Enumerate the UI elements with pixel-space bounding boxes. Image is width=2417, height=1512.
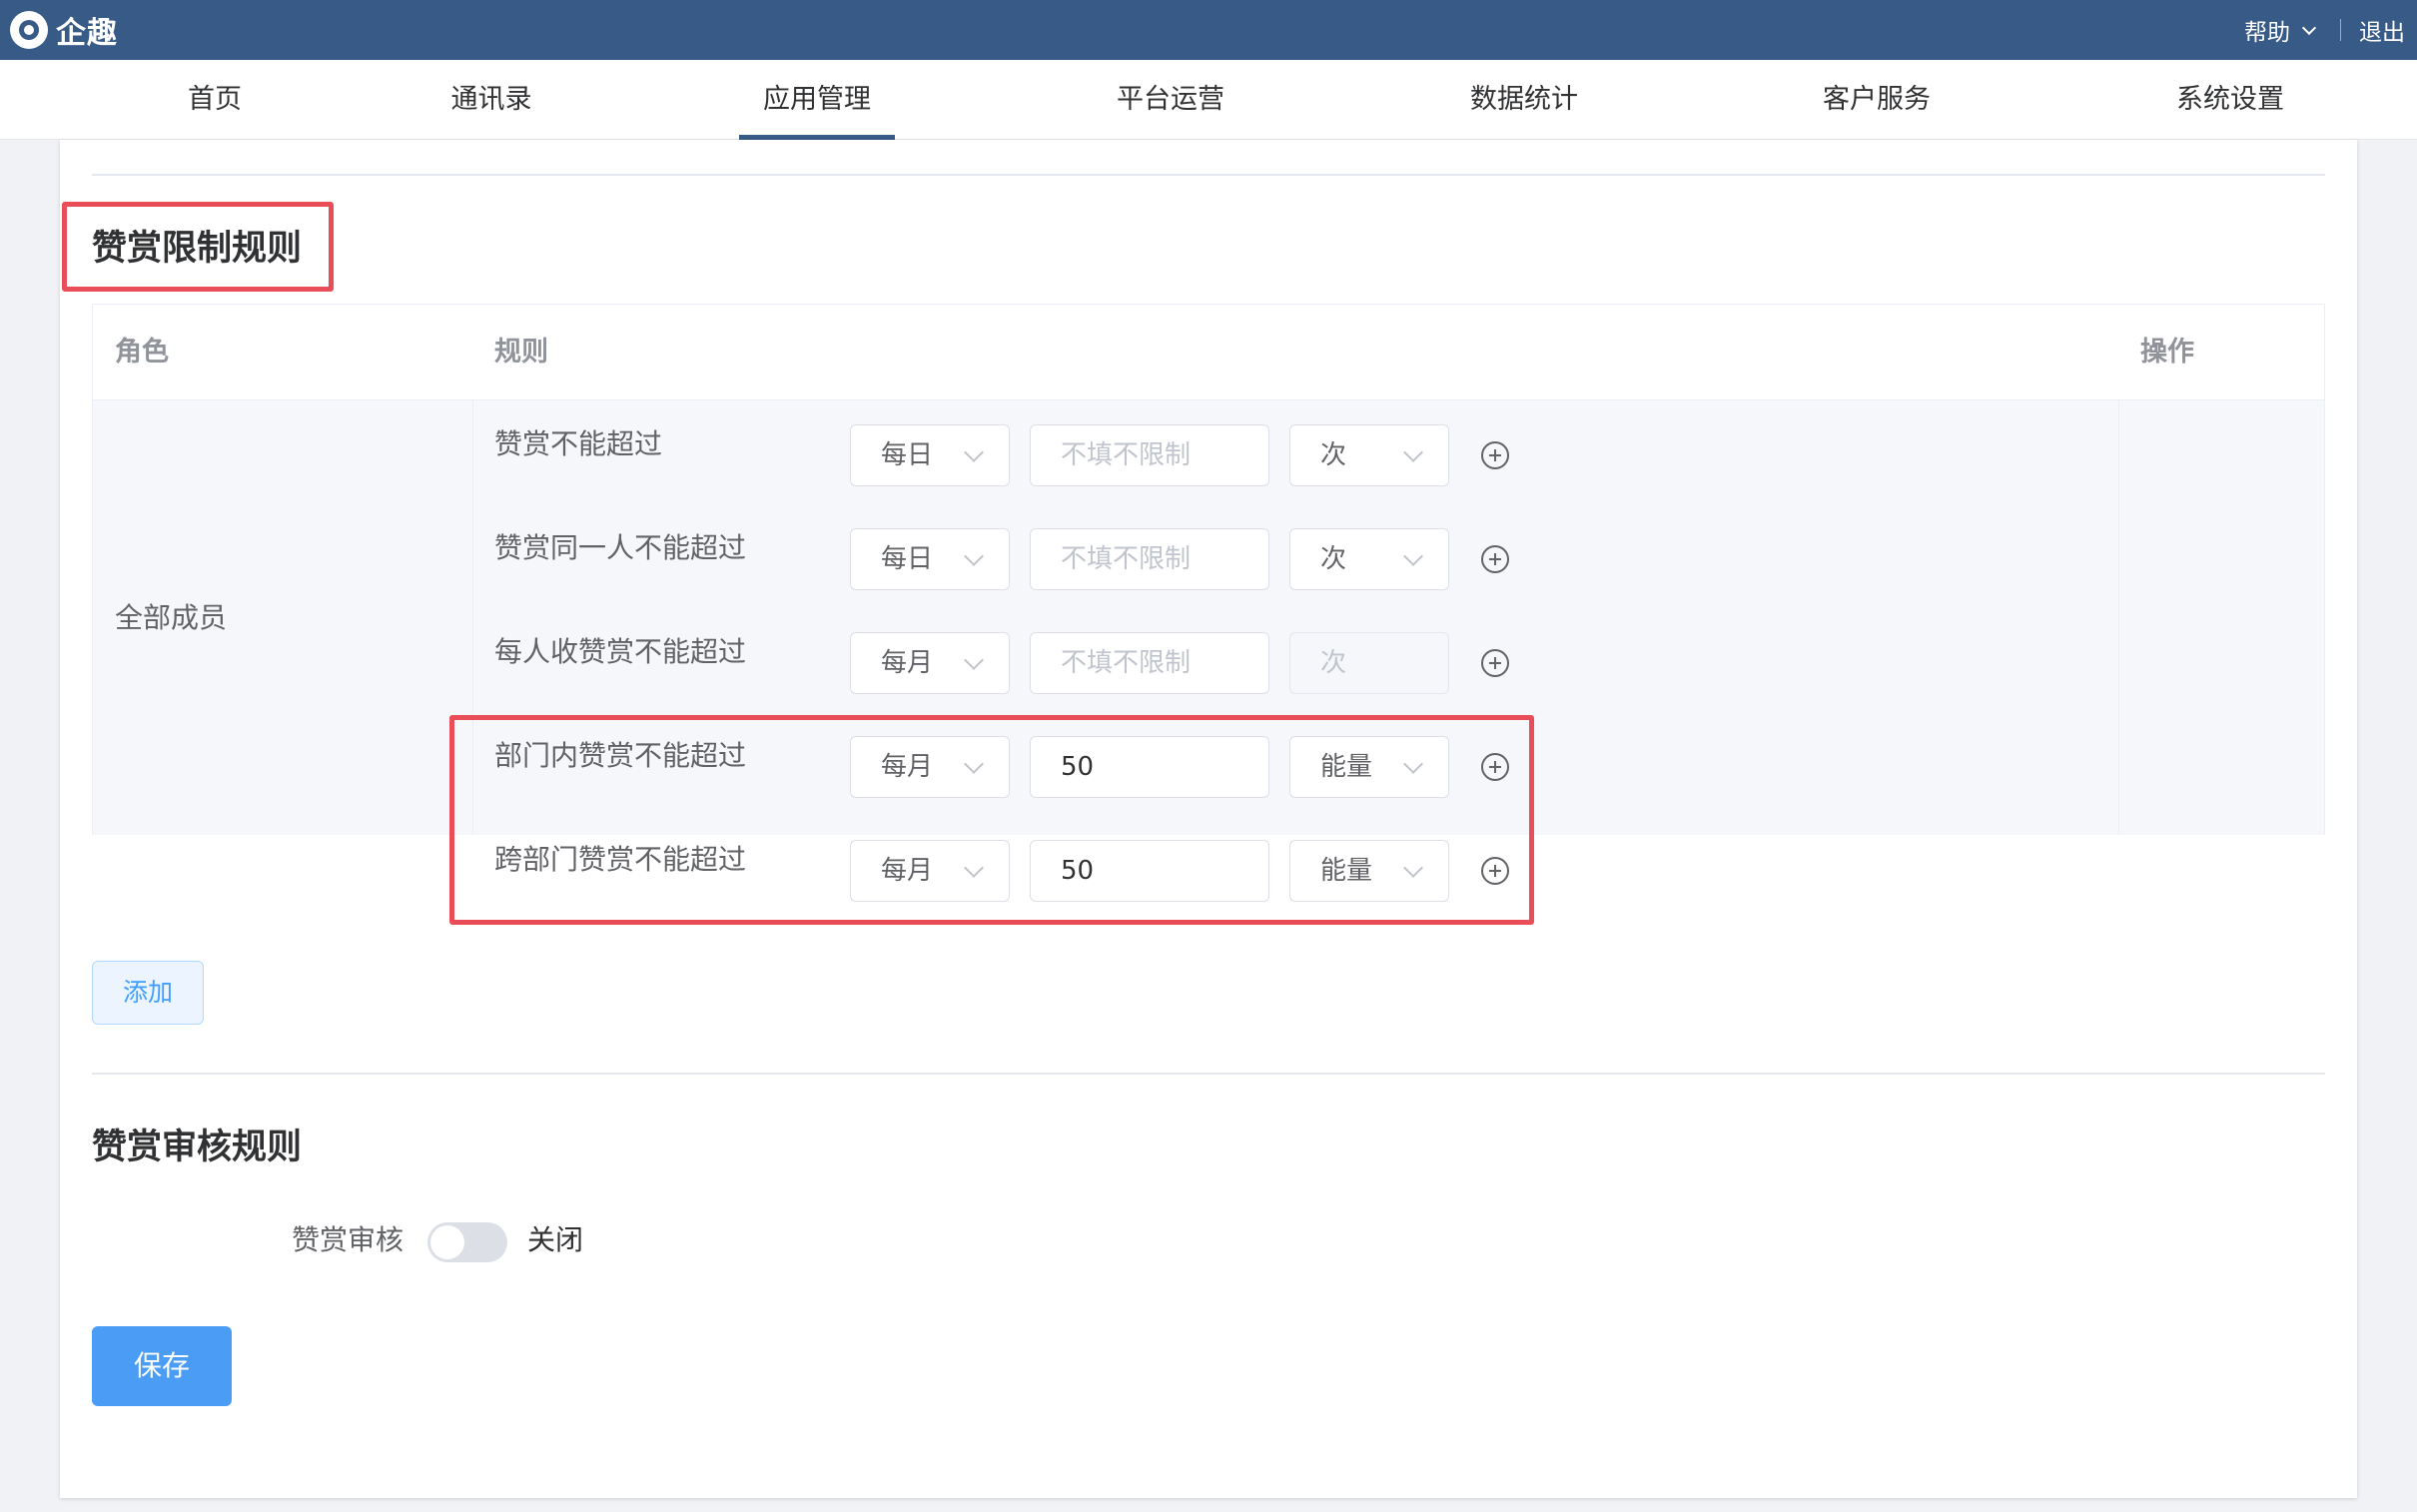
settings-card: 赞赏限制规则 角色 规则 操作 全部成员 赞赏不能超过 每日 不填不限制 次 赞… (60, 140, 2357, 1498)
add-circle-icon[interactable] (1481, 545, 1509, 573)
add-circle-icon[interactable] (1481, 649, 1509, 677)
app-logo[interactable]: 企趣 (10, 11, 118, 51)
limit-value-input[interactable]: 不填不限制 (1030, 528, 1269, 590)
chevron-down-icon (964, 650, 984, 670)
period-value: 每月 (881, 648, 934, 678)
save-button[interactable]: 保存 (92, 1326, 232, 1406)
period-select[interactable]: 每日 (850, 424, 1010, 486)
column-header-rule: 规则 (494, 337, 548, 368)
divider (92, 174, 2325, 176)
input-placeholder: 不填不限制 (1061, 544, 1192, 574)
highlight-box-rules (449, 715, 1534, 925)
rule-label: 赞赏不能超过 (494, 427, 663, 460)
nav-item-contacts[interactable]: 通讯录 (451, 60, 532, 140)
audit-toggle-label: 赞赏审核 (292, 1223, 404, 1256)
chevron-down-icon (1403, 442, 1423, 462)
app-name: 企趣 (56, 16, 118, 51)
help-label: 帮助 (2244, 20, 2290, 46)
top-right-links: 帮助 退出 (2244, 0, 2405, 60)
column-header-role: 角色 (115, 337, 169, 368)
period-value: 每日 (881, 440, 934, 470)
column-header-action: 操作 (2140, 337, 2194, 368)
rule-label: 每人收赞赏不能超过 (494, 635, 747, 668)
chevron-down-icon (2301, 20, 2317, 36)
chevron-down-icon (1403, 546, 1423, 566)
unit-value: 次 (1320, 544, 1347, 574)
rule-row: 赞赏不能超过 每日 不填不限制 次 (93, 424, 2324, 486)
nav-item-statistics[interactable]: 数据统计 (1470, 60, 1578, 140)
top-bar: 企趣 帮助 退出 (0, 0, 2417, 60)
audit-toggle-state: 关闭 (527, 1223, 584, 1256)
audit-toggle-switch[interactable] (427, 1222, 507, 1262)
unit-select[interactable]: 次 (1289, 528, 1449, 590)
nav-item-home[interactable]: 首页 (188, 60, 242, 140)
unit-select[interactable]: 次 (1289, 424, 1449, 486)
help-menu[interactable]: 帮助 (2244, 13, 2322, 47)
table-header: 角色 规则 操作 (93, 305, 2324, 400)
logo-icon (10, 11, 48, 49)
limit-value-input[interactable]: 不填不限制 (1030, 632, 1269, 694)
divider (92, 1073, 2325, 1075)
chevron-down-icon (964, 546, 984, 566)
limit-value-input[interactable]: 不填不限制 (1030, 424, 1269, 486)
unit-value: 次 (1320, 648, 1347, 678)
unit-value: 次 (1320, 440, 1347, 470)
nav-item-customer-service[interactable]: 客户服务 (1823, 60, 1931, 140)
period-select[interactable]: 每日 (850, 528, 1010, 590)
period-value: 每日 (881, 544, 934, 574)
divider (2340, 19, 2341, 41)
input-placeholder: 不填不限制 (1061, 648, 1192, 678)
rule-row: 赞赏同一人不能超过 每日 不填不限制 次 (93, 528, 2324, 590)
audit-section-title: 赞赏审核规则 (92, 1128, 303, 1167)
highlight-box-title (62, 202, 334, 292)
add-rule-button[interactable]: 添加 (92, 961, 204, 1025)
period-select[interactable]: 每月 (850, 632, 1010, 694)
chevron-down-icon (964, 442, 984, 462)
rule-row: 每人收赞赏不能超过 每月 不填不限制 次 (93, 632, 2324, 694)
nav-item-app-management[interactable]: 应用管理 (739, 60, 895, 140)
nav-item-system-settings[interactable]: 系统设置 (2176, 60, 2284, 140)
main-nav: 首页 通讯录 应用管理 平台运营 数据统计 客户服务 系统设置 (0, 60, 2417, 140)
unit-select: 次 (1289, 632, 1449, 694)
logout-link[interactable]: 退出 (2359, 13, 2405, 47)
add-circle-icon[interactable] (1481, 441, 1509, 469)
toggle-knob (430, 1225, 464, 1259)
rule-label: 赞赏同一人不能超过 (494, 531, 747, 564)
input-placeholder: 不填不限制 (1061, 440, 1192, 470)
nav-item-platform-ops[interactable]: 平台运营 (1117, 60, 1224, 140)
